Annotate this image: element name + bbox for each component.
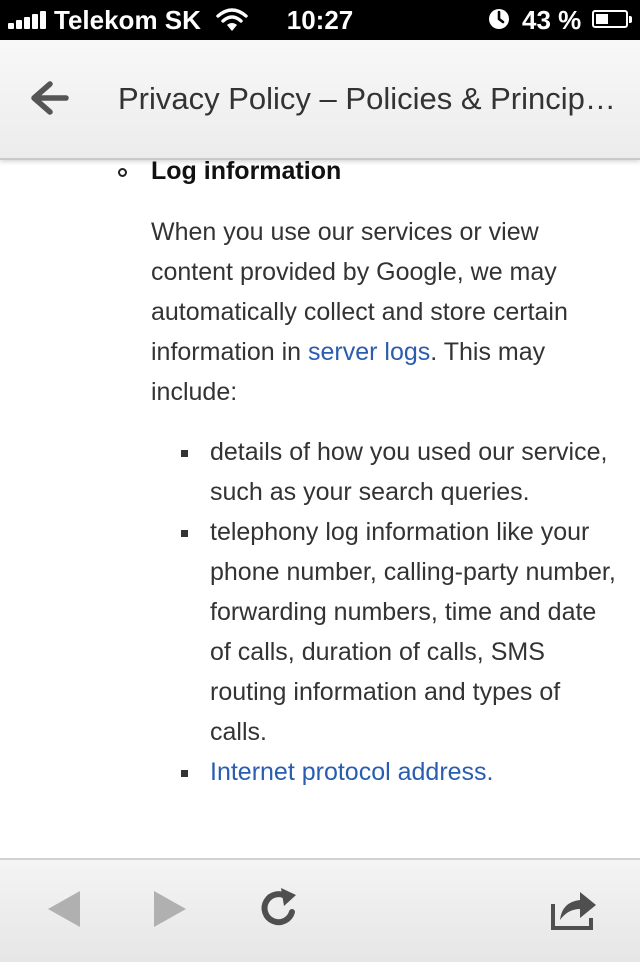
list-item-text: details of how you used our service, suc…	[210, 438, 608, 506]
internet-protocol-address-link[interactable]: Internet protocol address.	[210, 758, 494, 786]
carrier-name: Telekom SK	[54, 5, 201, 35]
list-item-text: telephony log information like your phon…	[210, 518, 616, 746]
server-logs-link[interactable]: server logs	[308, 338, 430, 366]
browser-toolbar	[0, 858, 640, 962]
log-info-list: details of how you used our service, suc…	[178, 432, 618, 792]
browser-back-button[interactable]	[42, 884, 92, 934]
square-bullet-icon	[181, 770, 188, 777]
back-button[interactable]	[22, 76, 74, 120]
circle-bullet-icon	[118, 168, 127, 177]
share-button[interactable]	[548, 884, 598, 934]
rotation-lock-icon	[489, 9, 509, 29]
reload-icon	[261, 888, 296, 926]
back-arrow-icon	[31, 81, 69, 115]
forward-icon	[154, 891, 186, 927]
wifi-icon	[216, 8, 248, 31]
square-bullet-icon	[181, 530, 188, 537]
battery-fill	[596, 14, 609, 24]
status-bar: Telekom SK 10:27 43 %	[0, 0, 640, 40]
list-item: telephony log information like your phon…	[178, 512, 618, 752]
page-title: Privacy Policy – Policies & Principl…	[118, 81, 618, 116]
list-item: Internet protocol address.	[178, 752, 618, 792]
page-content: Log information When you use our service…	[0, 158, 640, 858]
intro-paragraph: When you use our services or view conten…	[151, 212, 621, 412]
list-item: details of how you used our service, suc…	[178, 432, 618, 512]
signal-strength-icon	[8, 11, 48, 29]
share-icon	[551, 892, 596, 930]
heading-log-information: Log information	[151, 158, 342, 185]
battery-icon	[592, 10, 632, 28]
square-bullet-icon	[181, 450, 188, 457]
battery-percentage: 43 %	[522, 5, 582, 35]
browser-forward-button[interactable]	[146, 884, 196, 934]
back-icon	[48, 891, 80, 927]
navigation-bar: Privacy Policy – Policies & Principl…	[0, 40, 640, 160]
reload-button[interactable]	[254, 884, 304, 934]
